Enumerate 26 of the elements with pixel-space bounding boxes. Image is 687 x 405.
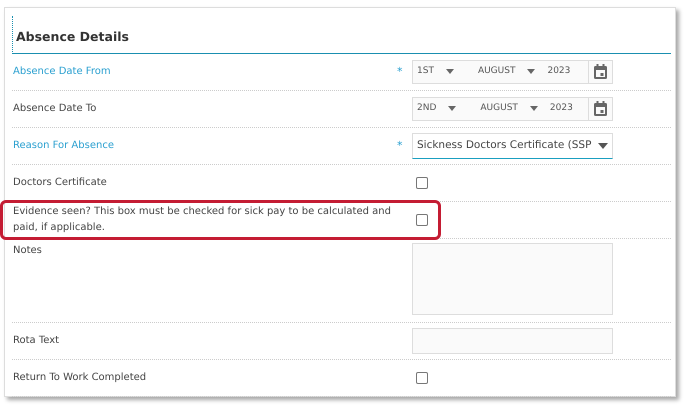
- field-label: Return To Work Completed: [12, 371, 148, 385]
- checkbox[interactable]: [416, 176, 428, 189]
- caret-icon: [527, 69, 536, 74]
- field-label: Rota Text: [12, 334, 60, 348]
- caret-icon: [446, 69, 454, 74]
- caret-icon: [598, 142, 608, 149]
- date-picker[interactable]: 2ND AUGUST 2023: [412, 96, 613, 121]
- field-label: Doctors Certificate: [12, 176, 108, 190]
- caret-icon: [530, 106, 538, 112]
- caret-icon: [448, 106, 456, 112]
- required-mark: *: [397, 64, 404, 80]
- checkbox[interactable]: [416, 214, 428, 226]
- text-field[interactable]: [412, 328, 613, 354]
- notes-field[interactable]: [412, 242, 613, 315]
- calendar-icon[interactable]: [594, 64, 607, 80]
- field-label: Absence Date To: [12, 102, 98, 116]
- calendar-icon[interactable]: [594, 101, 607, 116]
- field-label: Evidence seen? This box must be checked for sick pay to be calculated and paid, if applicable.: [12, 205, 392, 235]
- section-title: Absence Details: [12, 16, 671, 54]
- field-label: Notes: [12, 244, 43, 258]
- reason-select[interactable]: Sickness Doctors Certificate (SSP: [412, 132, 613, 159]
- date-picker[interactable]: 1ST AUGUST 2023: [412, 60, 613, 84]
- checkbox[interactable]: [416, 372, 428, 384]
- field-label: Absence Date From: [12, 65, 112, 79]
- required-mark: *: [397, 138, 404, 154]
- field-label: Reason For Absence: [12, 139, 115, 153]
